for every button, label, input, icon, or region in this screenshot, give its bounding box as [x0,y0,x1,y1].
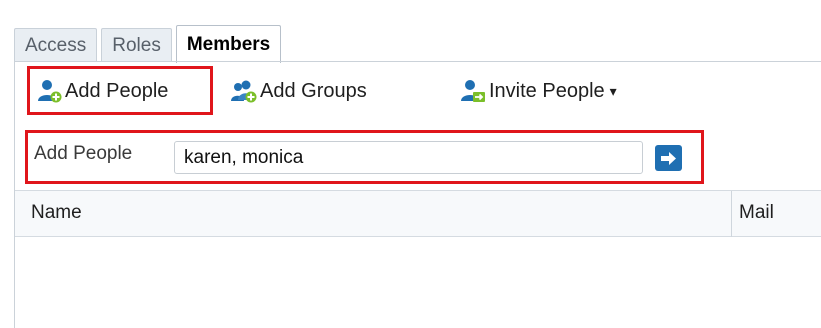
add-people-input[interactable] [174,141,643,174]
invite-people-label: Invite People [489,79,605,102]
add-group-icon [231,80,257,103]
table-header: Name Mail [15,190,821,237]
tab-roles[interactable]: Roles [101,28,172,62]
column-header-mail[interactable]: Mail [739,202,774,224]
chevron-down-icon[interactable]: ▾ [610,83,617,100]
invite-people-button[interactable]: Invite People ▾ [460,68,617,114]
add-groups-label: Add Groups [260,79,367,102]
tab-access[interactable]: Access [14,28,98,62]
submit-add-people-button[interactable] [655,145,682,171]
add-people-button[interactable]: Add People [36,68,168,114]
table-body [15,238,821,328]
tab-bar: Access Roles Members [14,22,285,63]
invite-person-icon [461,80,485,102]
column-header-name[interactable]: Name [31,202,82,224]
members-panel-screen: Access Roles Members Add People Add Grou… [0,0,821,328]
column-divider [731,191,732,237]
arrow-right-icon [661,151,676,165]
add-groups-button[interactable]: Add Groups [231,68,367,114]
tab-members[interactable]: Members [175,25,282,63]
add-people-field-label: Add People [34,143,133,164]
add-people-label: Add People [65,79,169,102]
add-person-icon [38,80,62,103]
